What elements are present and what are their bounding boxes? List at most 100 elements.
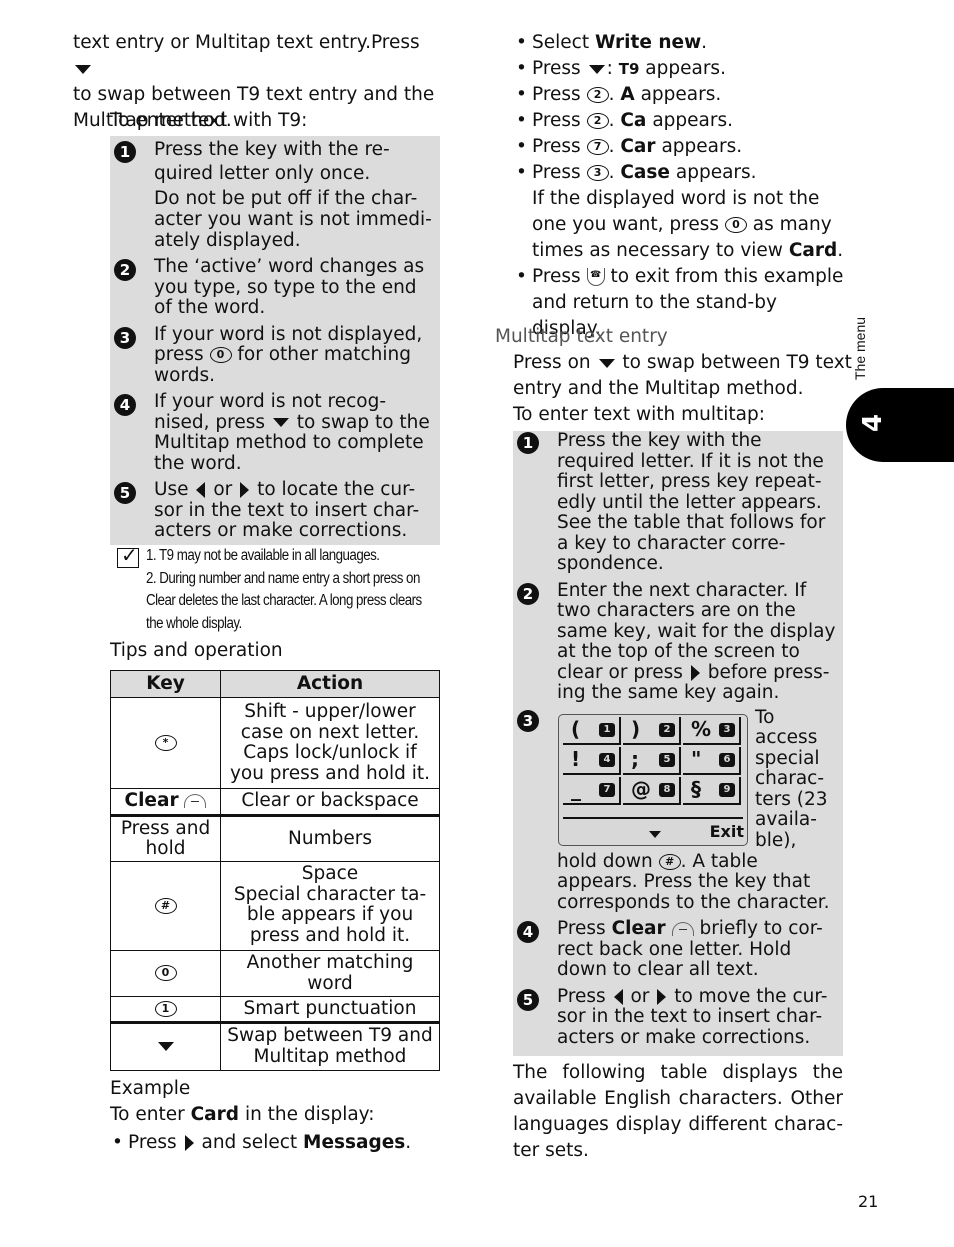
right-arrow-icon (690, 664, 700, 681)
step-number-icon: 2 (114, 259, 136, 281)
followup-text: If the displayed word is not the (532, 188, 820, 209)
step-text: same key, wait for the display (557, 620, 836, 642)
step-text: availa- (755, 809, 817, 830)
action-text: you press and hold it. (229, 762, 431, 784)
hash-key-icon: # (658, 853, 681, 870)
intro-text: entry and the Multitap method. (513, 378, 804, 399)
t9-step-5: 5 Use or to locate the cur- sor in the t… (110, 479, 440, 542)
key-3-icon: 3 (586, 165, 609, 181)
intro-text: To enter text with multitap: (513, 404, 765, 425)
example-line: To enter Card in the display: (110, 1102, 375, 1128)
intro-text: to swap between T9 text entry and the (73, 84, 435, 105)
bullet-bold: Case (620, 162, 670, 183)
bullet-text: Select (532, 32, 590, 53)
step-text: two characters are on the (557, 600, 796, 621)
right-arrow-icon (240, 482, 250, 498)
bullet-item: Press : T9 appears. (514, 56, 844, 82)
step-text: clear or press (557, 661, 683, 683)
bullet-item: Select Write new. (514, 30, 844, 56)
action-cell: Space Special character ta- ble appears … (220, 861, 440, 951)
key-number: 2 (659, 723, 675, 737)
t9-step-1: 1 Press the key with the re- quired lett… (110, 138, 440, 251)
step-text: down to clear all text. (557, 959, 759, 980)
step-text: the word. (154, 452, 242, 474)
bullet-item: Press 7. Car appears. (514, 134, 844, 160)
step-text: edly until the letter appears. (557, 491, 822, 513)
closing-text: ter sets. (513, 1140, 589, 1161)
char-cell: @8 (623, 777, 681, 805)
key-0-icon: 0 (154, 965, 177, 982)
step-number-icon: 5 (517, 988, 539, 1011)
char: " (691, 747, 702, 771)
multitap-intro: Press on to swap between T9 text entry a… (513, 350, 853, 428)
multitap-step-2: 2 Enter the next character. If two chara… (513, 579, 843, 704)
multitap-step-5: 5 Press or to move the cur- sor in the t… (513, 985, 843, 1049)
step-number-icon: 3 (517, 709, 539, 732)
example-text: To enter (110, 1104, 185, 1125)
step-text: appears. Press the key that (557, 871, 811, 892)
bullet-text: Press (532, 58, 581, 79)
step-text: Do not be put off if the char- (154, 188, 418, 209)
page-number: 21 (858, 1192, 879, 1211)
step-text: spondence. (557, 553, 664, 574)
step-number-icon: 1 (517, 432, 539, 454)
step-text: acters or make corrections. (557, 1026, 811, 1048)
clear-key-icon (184, 794, 207, 809)
char-cell: ! 4 (563, 747, 621, 775)
step-text: of the word. (154, 297, 266, 318)
step-number-icon: 3 (114, 326, 136, 349)
messages-label: Messages (303, 1132, 406, 1153)
key-number: 6 (719, 753, 735, 767)
step-text: Press (557, 985, 606, 1007)
bullet-bold: Ca (620, 110, 647, 131)
action-text: Special character ta- (233, 883, 427, 905)
step-text: required letter. If it is not the (557, 450, 824, 472)
example-heading: Example (110, 1078, 191, 1099)
exit-softkey: Exit (709, 822, 744, 841)
chapter-tab: 4 (846, 388, 954, 462)
bullet-text: and select (201, 1132, 298, 1153)
step-text: The ‘active’ word changes as (154, 256, 425, 277)
step-text: corresponds to the character. (557, 891, 830, 913)
step-text: you type, so type to the end (154, 276, 417, 298)
bullet-text: . (701, 32, 708, 53)
bullet-bold: Write new (594, 32, 702, 53)
tips-heading: Tips and operation (110, 640, 283, 661)
key-cell: Press and hold (110, 815, 221, 862)
bullet-text: appears. (675, 162, 757, 183)
char-cell: ; 5 (623, 747, 681, 775)
key-7-icon: 7 (586, 139, 609, 155)
table-row: Clear Clear or backspace (110, 788, 440, 816)
step-text: acters or make corrections. (154, 520, 408, 541)
step-text: sor in the text to insert char- (557, 1006, 823, 1027)
char: § (691, 777, 701, 801)
step-text: to swap to the (296, 411, 430, 433)
step-text: ble), (755, 829, 797, 851)
table-row: 1 Smart punctuation (110, 996, 440, 1023)
bullet-text: Press (532, 266, 581, 287)
down-arrow-icon (649, 831, 661, 838)
step-text: See the table that follows for (557, 512, 826, 533)
key-number: 9 (719, 783, 735, 797)
action-cell: Smart punctuation (220, 996, 440, 1023)
header-action: Action (220, 670, 440, 698)
star-key-icon: * (154, 734, 177, 751)
multitap-step-4: 4 Press Clear briefly to cor- rect back … (513, 918, 843, 981)
note-line: the whole display. (146, 614, 242, 632)
step-text: acter you want is not immedi- (154, 209, 432, 230)
multitap-step-3-cont: hold down #. A table appears. Press the … (513, 850, 843, 914)
step-text: hold down (557, 850, 653, 872)
step-text: Enter the next character. If (557, 579, 807, 601)
example-text: in the display: (244, 1104, 375, 1125)
step-text: to move the cur- (674, 985, 828, 1007)
display-divider (563, 817, 743, 819)
action-cell: Numbers (220, 815, 440, 862)
down-arrow-icon (75, 64, 91, 74)
step-number-icon: 4 (114, 394, 136, 416)
step-text: before press- (707, 661, 830, 683)
step-number-icon: 5 (114, 482, 136, 504)
checkmark-icon: ✓ (117, 543, 139, 568)
step-number-icon: 1 (114, 141, 136, 163)
char: @ (631, 777, 651, 801)
t9-steps-box: 1 Press the key with the re- quired lett… (110, 136, 440, 545)
